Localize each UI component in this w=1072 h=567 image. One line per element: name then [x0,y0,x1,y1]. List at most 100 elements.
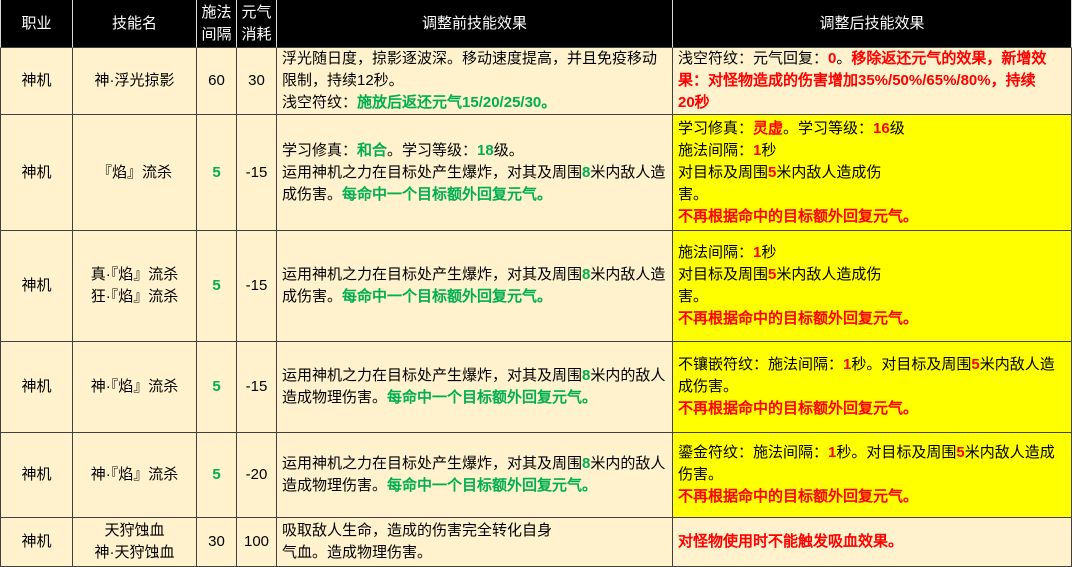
effect-after-cell: 不镶嵌符纹：施法间隔：1秒。对目标及周围5米内敌人造成伤害。不再根据命中的目标额… [673,342,1072,433]
emphasized-text: 果：对怪物造成的伤害增加35%/50%/65%/80%，持续 [678,72,1036,89]
effect-text: 学习修真： [678,119,754,137]
cast-interval-cell: 5 [197,115,237,231]
effect-text: 伤害。 [678,466,724,483]
emphasized-text: 每命中一个目标额外回复元气。 [387,389,598,406]
effect-text-line: 运用神机之力在目标处产生爆炸，对其及周围8米内敌人造 [282,162,665,184]
effect-text-line: 不再根据命中的目标额外回复元气。 [678,308,918,330]
effect-text: 米内敌人造 [590,266,666,283]
cast-interval-cell: 60 [197,48,237,115]
effect-text-line: 浅空符纹：施放后返还元气15/20/25/30。 [282,92,556,114]
effect-text: 秒 [761,244,777,261]
effect-text: 米内的敌人 [590,367,666,384]
effect-text: 秒 [761,141,777,159]
effect-text-line: 成伤害。每命中一个目标额外回复元气。 [282,184,552,206]
effect-text-line: 20秒 [678,92,710,114]
effect-before-cell: 运用神机之力在目标处产生爆炸，对其及周围8米内敌人造 成伤害。每命中一个目标额外回… [277,231,673,342]
energy-cost-cell: -15 [237,342,277,433]
effect-text: 米内敌人造成伤 [776,266,882,283]
effect-text-line: 伤害。 [678,464,723,486]
effect-text-line: 不再根据命中的目标额外回复元气。 [678,398,918,420]
effect-text-line: 气血。造成物理伤害。 [282,542,432,564]
effect-text: 米内敌人造成 [964,444,1055,461]
effect-text: 限制，持续12秒。 [282,72,404,89]
effect-before-cell: 运用神机之力在目标处产生爆炸，对其及周围8米内的敌人 造成物理伤害。每命中一个目标… [277,342,673,433]
column-header-effect-after: 调整后技能效果 [673,0,1072,48]
effect-text: 学习修真： [282,141,358,159]
job-cell: 神机 [0,48,73,115]
effect-text: 施法间隔： [678,244,754,261]
effect-before-cell: 运用神机之力在目标处产生爆炸，对其及周围8米内的敌人 造成物理伤害。每命中一个目标… [277,433,673,518]
emphasized-text: 18 [477,141,494,159]
effect-text: 成伤害。 [678,378,739,395]
effect-text: 米内敌人造 [979,356,1055,373]
emphasized-text: 每命中一个目标额外回复元气。 [387,477,598,494]
effect-text-line: 不再根据命中的目标额外回复元气。 [678,206,918,228]
effect-text-line: 对目标及周围5米内敌人造成伤 [678,264,881,286]
effect-text: 对目标及周围 [678,266,769,283]
effect-text: 运用神机之力在目标处产生爆炸，对其及周围 [282,163,583,181]
effect-text: 。学习等级： [387,141,478,159]
effect-text-line: 对目标及周围5米内敌人造成伤 [678,162,881,184]
effect-text-line: 学习修真：和合。学习等级：18级。 [282,140,524,162]
effect-text: 害。 [678,185,709,203]
emphasized-text: 每命中一个目标额外回复元气。 [342,185,553,203]
effect-text: 运用神机之力在目标处产生爆炸，对其及周围 [282,266,583,283]
effect-after-cell: 对怪物使用时不能触发吸血效果。 [673,518,1072,567]
effect-text: 鎏金符纹：施法间隔： [678,444,829,461]
emphasized-text: 施放后返还元气15/20/25/30。 [357,94,557,111]
effect-text: 气血。造成物理伤害。 [282,544,433,561]
effect-text: 浮光随日度，掠影逐波深。移动速度提高，并且免疫移动 [282,50,658,67]
effect-text: 对目标及周围 [678,163,769,181]
effect-text: 造成物理伤害。 [282,477,388,494]
effect-text: 级。 [493,141,524,159]
effect-text: 运用神机之力在目标处产生爆炸，对其及周围 [282,367,583,384]
effect-text-line: 运用神机之力在目标处产生爆炸，对其及周围8米内敌人造 [282,264,665,286]
effect-after-cell: 施法间隔：1秒 对目标及周围5米内敌人造成伤害。不再根据命中的目标额外回复元气。 [673,231,1072,342]
effect-text-line: 害。 [678,286,708,308]
column-header-effect-before: 调整前技能效果 [277,0,673,48]
effect-text-line: 害。 [678,184,708,206]
energy-cost-cell: -20 [237,433,277,518]
effect-text-line: 浮光随日度，掠影逐波深。移动速度提高，并且免疫移动 [282,48,657,70]
column-header-energy-cost: 元气 消耗 [237,0,277,48]
effect-text: 秒。对目标及周围 [851,356,972,373]
emphasized-text: 每命中一个目标额外回复元气。 [342,288,553,305]
effect-after-cell: 鎏金符纹：施法间隔：1秒。对目标及周围5米内敌人造成 伤害。 不再根据命中的目标额外… [673,433,1072,518]
effect-text: 秒。对目标及周围 [836,444,957,461]
emphasized-text: 20秒 [678,94,710,111]
skill-adjustment-table: 职业 技能名 施法 间隔 元气 消耗 调整前技能效果 调整后技能效果 神机 神·… [0,0,1072,567]
effect-text-line: 吸取敌人生命，造成的伤害完全转化自身 [282,520,552,542]
job-cell: 神机 [0,342,73,433]
effect-before-cell: 吸取敌人生命，造成的伤害完全转化自身气血。造成物理伤害。 [277,518,673,567]
energy-cost-cell: 30 [237,48,277,115]
effect-text-line: 运用神机之力在目标处产生爆炸，对其及周围8米内的敌人 [282,365,665,387]
effect-text-line: 不再根据命中的目标额外回复元气。 [678,486,918,508]
skill-name-cell: 『焰』流杀 [73,115,197,231]
effect-text: 运用神机之力在目标处产生爆炸，对其及周围 [282,455,583,472]
effect-text: 米内敌人造成伤 [776,163,882,181]
effect-text: 浅空符纹：元气回复： [678,50,829,67]
emphasized-text: 移除返还元气的效果，新增效 [851,50,1047,67]
effect-text-line: 运用神机之力在目标处产生爆炸，对其及周围8米内的敌人 [282,453,665,475]
effect-text-line: 成伤害。每命中一个目标额外回复元气。 [282,286,552,308]
effect-after-cell: 学习修真：灵虚。学习等级：16级 施法间隔：1秒 对目标及周围5米内敌人造成伤 害。不… [673,115,1072,231]
effect-text-line: 施法间隔：1秒 [678,242,776,264]
effect-text: 害。 [678,288,709,305]
cast-interval-cell: 5 [197,433,237,518]
effect-text-line: 造成物理伤害。每命中一个目标额外回复元气。 [282,387,597,409]
cast-interval-cell: 5 [197,231,237,342]
effect-text: 施法间隔： [678,141,754,159]
skill-name-cell: 神·『焰』流杀 [73,342,197,433]
emphasized-text: 5 [956,444,965,461]
skill-name-cell: 神·『焰』流杀 [73,433,197,518]
effect-text-line: 不镶嵌符纹：施法间隔：1秒。对目标及周围5米内敌人造 [678,354,1055,376]
job-cell: 神机 [0,518,73,567]
column-header-cast-interval: 施法 间隔 [197,0,237,48]
emphasized-text: 不再根据命中的目标额外回复元气。 [678,488,919,505]
effect-text-line: 施法间隔：1秒 [678,140,776,162]
effect-text-line: 造成物理伤害。每命中一个目标额外回复元气。 [282,475,597,497]
emphasized-text: 16 [873,119,890,137]
effect-text-line: 成伤害。 [678,376,738,398]
effect-text-line: 果：对怪物造成的伤害增加35%/50%/65%/80%，持续 [678,70,1036,92]
effect-text-line: 限制，持续12秒。 [282,70,404,92]
